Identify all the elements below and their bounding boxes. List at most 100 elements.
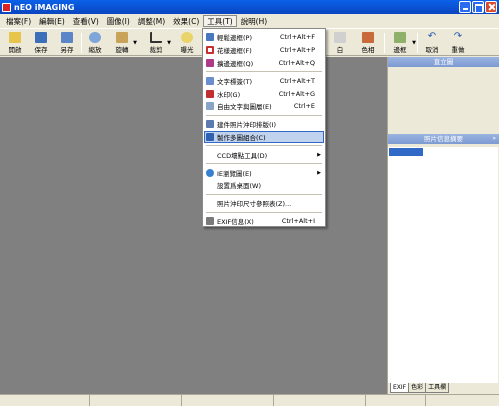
menu-separator — [206, 163, 322, 165]
save-as-button[interactable]: 另存 — [55, 30, 79, 56]
histogram-header: 直立圖 — [388, 57, 499, 67]
freetext-icon — [206, 102, 214, 111]
menu-tools[interactable]: 工具(T) — [203, 15, 237, 27]
tab-toolbar[interactable]: 工具欄 — [425, 383, 450, 393]
menu-edit[interactable]: 編輯(E) — [35, 15, 69, 27]
menu-item-label: 照片沖印尺寸參照表(Z)... — [217, 200, 292, 209]
menu-item-ie-browse[interactable]: IE瀏覽圖(E) ▶ — [204, 166, 324, 179]
menu-item-label: 自由文字與圖層(E) — [217, 103, 272, 112]
menu-item-watermark[interactable]: 水印(G) Ctrl+Alt+G — [204, 87, 324, 100]
menu-bar: 檔案(F) 編輯(E) 查看(V) 圖像(I) 調整(M) 效果(C) 工具(T… — [0, 14, 499, 28]
histogram-area — [388, 67, 499, 134]
menu-view[interactable]: 查看(V) — [69, 15, 103, 27]
hue-icon — [362, 32, 374, 43]
exposure-icon — [181, 32, 193, 43]
menu-item-shortcut: Ctrl+Alt+P — [279, 46, 315, 55]
status-bar — [0, 394, 499, 406]
menu-item-border[interactable]: 輕鬆邊框(P) Ctrl+Alt+F — [204, 31, 324, 44]
rotate-button[interactable]: 旋轉 ▼ — [109, 30, 137, 56]
save-as-icon — [61, 32, 73, 43]
image-canvas[interactable] — [0, 57, 387, 394]
menu-separator — [206, 114, 322, 116]
save-label: 保存 — [34, 46, 48, 54]
blank-icon — [206, 181, 214, 189]
white-balance-icon — [334, 32, 346, 43]
crop-button[interactable]: 裁剪 ▼ — [143, 30, 171, 56]
border-label: 邊框 — [393, 46, 407, 54]
menu-item-exif[interactable]: EXIF信息(X) Ctrl+Alt+I — [204, 215, 324, 228]
menu-item-label: CCD壞點工具(D) — [217, 151, 268, 160]
scatter-frame-icon — [206, 58, 214, 67]
menu-adjust[interactable]: 調整(M) — [134, 15, 169, 27]
menu-item-batch-print[interactable]: 建件照片沖印排版(I) — [204, 118, 324, 131]
menu-separator — [206, 145, 322, 147]
menu-item-set-wallpaper[interactable]: 設置爲桌面(W) — [204, 179, 324, 192]
menu-image[interactable]: 圖像(I) — [103, 15, 134, 27]
info-title: 照片信息摘要 — [424, 135, 463, 143]
info-content — [388, 147, 498, 383]
redo-button[interactable]: ↷ 重做 — [446, 30, 470, 56]
border-icon — [206, 33, 214, 42]
menu-item-shortcut: Ctrl+Alt+Q — [278, 58, 315, 67]
dropdown-arrow-icon[interactable]: ▼ — [167, 40, 171, 46]
title-bar: nEO iMAGING — [0, 0, 499, 14]
tab-exif[interactable]: EXIF — [390, 383, 410, 393]
menu-separator — [206, 211, 322, 213]
selected-row[interactable] — [389, 148, 423, 156]
white-balance-label: 白 — [336, 46, 344, 54]
menu-item-label: 擴邊邊框(Q) — [217, 59, 254, 68]
rotate-label: 旋轉 — [115, 46, 129, 54]
batch-print-icon — [206, 120, 214, 129]
dropdown-arrow-icon[interactable]: ▼ — [412, 40, 416, 46]
crop-label: 裁剪 — [149, 46, 163, 54]
undo-icon: ↶ — [427, 31, 437, 42]
menu-item-print-size[interactable]: 照片沖印尺寸參照表(Z)... — [204, 197, 324, 210]
dropdown-arrow-icon[interactable]: ▼ — [133, 40, 137, 46]
menu-item-shortcut: Ctrl+Alt+F — [280, 33, 315, 42]
menu-item-flower-frame[interactable]: 花樣邊框(F) Ctrl+Alt+P — [204, 44, 324, 57]
zoom-button[interactable]: 縮放 — [83, 30, 107, 56]
save-button[interactable]: 保存 — [29, 30, 53, 56]
menu-item-scatter-frame[interactable]: 擴邊邊框(Q) Ctrl+Alt+Q — [204, 57, 324, 70]
folder-icon — [9, 32, 21, 43]
menu-item-label: 製作多圖組合(C) — [217, 133, 266, 142]
text-icon — [206, 76, 214, 85]
exposure-button[interactable]: 曝光 — [175, 30, 199, 56]
menu-item-label: 輕鬆邊框(P) — [217, 34, 252, 43]
close-icon[interactable] — [485, 1, 497, 13]
redo-icon: ↷ — [453, 31, 463, 42]
hue-button[interactable]: 色相 — [356, 30, 380, 56]
collapse-icon[interactable]: » — [492, 134, 496, 144]
undo-label: 取消 — [425, 46, 439, 54]
flower-frame-icon — [206, 46, 214, 55]
open-button[interactable]: 開啟 — [3, 30, 27, 56]
menu-item-label: EXIF信息(X) — [217, 217, 254, 226]
menu-item-text-label[interactable]: 文字標簽(T) Ctrl+Alt+T — [204, 74, 324, 87]
app-icon — [2, 2, 11, 12]
menu-item-collage[interactable]: 製作多圖組合(C) — [204, 130, 324, 144]
redo-label: 重做 — [451, 46, 465, 54]
menu-item-shortcut: Ctrl+Alt+G — [278, 89, 315, 98]
menu-item-shortcut: Ctrl+Alt+I — [281, 216, 315, 225]
tools-dropdown-menu: 輕鬆邊框(P) Ctrl+Alt+F 花樣邊框(F) Ctrl+Alt+P 擴邊… — [202, 28, 326, 227]
status-segment — [0, 395, 90, 406]
white-balance-button[interactable]: 白 — [328, 30, 352, 56]
undo-button[interactable]: ↶ 取消 — [420, 30, 444, 56]
menu-item-label: 設置爲桌面(W) — [217, 182, 261, 191]
blank-icon — [206, 199, 214, 207]
border-button[interactable]: 邊框 ▼ — [387, 30, 416, 56]
minimize-icon[interactable] — [459, 1, 471, 13]
zoom-label: 縮放 — [88, 46, 102, 54]
watermark-icon — [206, 89, 214, 98]
panel-tabs: EXIF 色彩 工具欄 — [390, 383, 450, 393]
menu-item-label: 水印(G) — [217, 90, 241, 99]
maximize-icon[interactable] — [472, 1, 484, 13]
menu-effect[interactable]: 效果(C) — [169, 15, 203, 27]
menu-help[interactable]: 說明(H) — [237, 15, 272, 27]
menu-item-ccd-tool[interactable]: CCD壞點工具(D) ▶ — [204, 148, 324, 161]
menu-file[interactable]: 檔案(F) — [2, 15, 35, 27]
menu-item-shortcut: Ctrl+E — [293, 102, 315, 111]
tab-color[interactable]: 色彩 — [408, 383, 427, 393]
menu-item-free-text[interactable]: 自由文字與圖層(E) Ctrl+E — [204, 100, 324, 113]
open-label: 開啟 — [8, 46, 22, 54]
